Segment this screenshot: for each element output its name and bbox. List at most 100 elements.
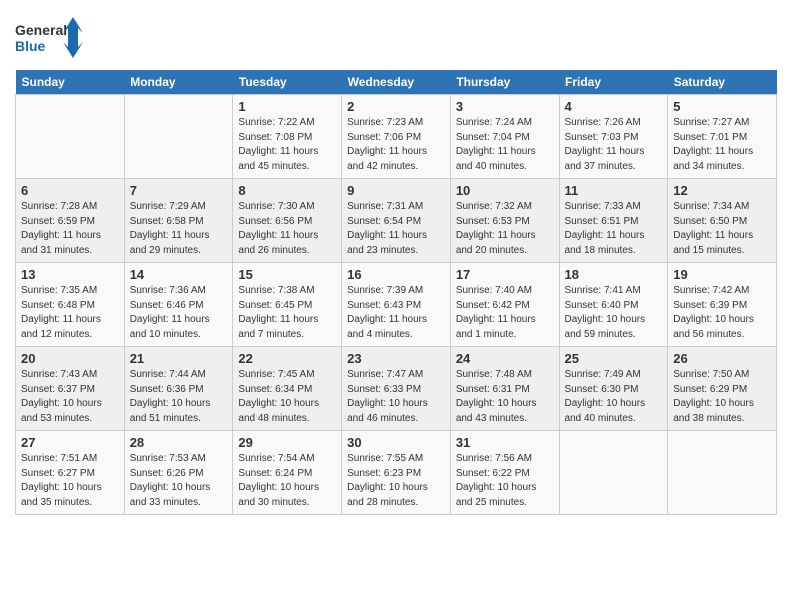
day-info: Sunrise: 7:53 AM Sunset: 6:26 PM Dayligh… bbox=[130, 452, 228, 510]
day-info: Sunrise: 7:33 AM Sunset: 6:51 PM Dayligh… bbox=[565, 200, 663, 258]
day-number: 7 bbox=[130, 183, 228, 198]
logo: General Blue bbox=[15, 15, 85, 60]
calendar-cell: 23 Sunrise: 7:47 AM Sunset: 6:33 PM Dayli… bbox=[342, 347, 451, 431]
calendar-cell: 4 Sunrise: 7:26 AM Sunset: 7:03 PM Daylig… bbox=[559, 95, 668, 179]
calendar-cell: 28 Sunrise: 7:53 AM Sunset: 6:26 PM Dayli… bbox=[124, 431, 233, 515]
calendar-week-3: 20 Sunrise: 7:43 AM Sunset: 6:37 PM Dayli… bbox=[16, 347, 777, 431]
day-info: Sunrise: 7:47 AM Sunset: 6:33 PM Dayligh… bbox=[347, 368, 445, 426]
day-number: 24 bbox=[456, 351, 554, 366]
day-info: Sunrise: 7:51 AM Sunset: 6:27 PM Dayligh… bbox=[21, 452, 119, 510]
weekday-header-friday: Friday bbox=[559, 70, 668, 95]
calendar-cell: 5 Sunrise: 7:27 AM Sunset: 7:01 PM Daylig… bbox=[668, 95, 777, 179]
calendar-cell: 25 Sunrise: 7:49 AM Sunset: 6:30 PM Dayli… bbox=[559, 347, 668, 431]
day-info: Sunrise: 7:48 AM Sunset: 6:31 PM Dayligh… bbox=[456, 368, 554, 426]
day-info: Sunrise: 7:26 AM Sunset: 7:03 PM Dayligh… bbox=[565, 116, 663, 174]
calendar-cell: 16Sunrise: 7:39 AM Sunset: 6:43 PM Dayli… bbox=[342, 263, 451, 347]
calendar-cell: 22 Sunrise: 7:45 AM Sunset: 6:34 PM Dayli… bbox=[233, 347, 342, 431]
day-number: 22 bbox=[238, 351, 336, 366]
day-number: 2 bbox=[347, 99, 445, 114]
calendar-table: SundayMondayTuesdayWednesdayThursdayFrid… bbox=[15, 70, 777, 515]
day-number: 27 bbox=[21, 435, 119, 450]
calendar-cell: 12 Sunrise: 7:34 AM Sunset: 6:50 PM Dayli… bbox=[668, 179, 777, 263]
day-number: 1 bbox=[238, 99, 336, 114]
calendar-week-2: 13Sunrise: 7:35 AM Sunset: 6:48 PM Dayli… bbox=[16, 263, 777, 347]
day-number: 18 bbox=[565, 267, 663, 282]
day-info: Sunrise: 7:28 AM Sunset: 6:59 PM Dayligh… bbox=[21, 200, 119, 258]
calendar-cell: 7 Sunrise: 7:29 AM Sunset: 6:58 PM Daylig… bbox=[124, 179, 233, 263]
svg-text:Blue: Blue bbox=[15, 38, 46, 54]
calendar-cell: 18 Sunrise: 7:41 AM Sunset: 6:40 PM Dayli… bbox=[559, 263, 668, 347]
calendar-week-4: 27 Sunrise: 7:51 AM Sunset: 6:27 PM Dayli… bbox=[16, 431, 777, 515]
calendar-week-0: 1 Sunrise: 7:22 AM Sunset: 7:08 PM Daylig… bbox=[16, 95, 777, 179]
weekday-header-tuesday: Tuesday bbox=[233, 70, 342, 95]
day-info: Sunrise: 7:29 AM Sunset: 6:58 PM Dayligh… bbox=[130, 200, 228, 258]
day-number: 3 bbox=[456, 99, 554, 114]
day-info: Sunrise: 7:54 AM Sunset: 6:24 PM Dayligh… bbox=[238, 452, 336, 510]
calendar-cell: 14Sunrise: 7:36 AM Sunset: 6:46 PM Dayli… bbox=[124, 263, 233, 347]
day-number: 12 bbox=[673, 183, 771, 198]
day-number: 9 bbox=[347, 183, 445, 198]
day-number: 30 bbox=[347, 435, 445, 450]
calendar-cell: 3 Sunrise: 7:24 AM Sunset: 7:04 PM Daylig… bbox=[450, 95, 559, 179]
calendar-cell: 19 Sunrise: 7:42 AM Sunset: 6:39 PM Dayli… bbox=[668, 263, 777, 347]
day-number: 10 bbox=[456, 183, 554, 198]
calendar-cell: 17 Sunrise: 7:40 AM Sunset: 6:42 PM Dayli… bbox=[450, 263, 559, 347]
day-info: Sunrise: 7:34 AM Sunset: 6:50 PM Dayligh… bbox=[673, 200, 771, 258]
day-info: Sunrise: 7:35 AM Sunset: 6:48 PM Dayligh… bbox=[21, 284, 119, 342]
day-number: 31 bbox=[456, 435, 554, 450]
day-info: Sunrise: 7:38 AM Sunset: 6:45 PM Dayligh… bbox=[238, 284, 336, 342]
day-number: 19 bbox=[673, 267, 771, 282]
day-info: Sunrise: 7:40 AM Sunset: 6:42 PM Dayligh… bbox=[456, 284, 554, 342]
day-info: Sunrise: 7:42 AM Sunset: 6:39 PM Dayligh… bbox=[673, 284, 771, 342]
calendar-cell: 27 Sunrise: 7:51 AM Sunset: 6:27 PM Dayli… bbox=[16, 431, 125, 515]
calendar-cell: 21Sunrise: 7:44 AM Sunset: 6:36 PM Dayli… bbox=[124, 347, 233, 431]
day-info: Sunrise: 7:22 AM Sunset: 7:08 PM Dayligh… bbox=[238, 116, 336, 174]
calendar-cell: 31 Sunrise: 7:56 AM Sunset: 6:22 PM Dayli… bbox=[450, 431, 559, 515]
day-number: 11 bbox=[565, 183, 663, 198]
day-info: Sunrise: 7:32 AM Sunset: 6:53 PM Dayligh… bbox=[456, 200, 554, 258]
day-info: Sunrise: 7:45 AM Sunset: 6:34 PM Dayligh… bbox=[238, 368, 336, 426]
day-number: 14 bbox=[130, 267, 228, 282]
calendar-cell bbox=[124, 95, 233, 179]
day-info: Sunrise: 7:27 AM Sunset: 7:01 PM Dayligh… bbox=[673, 116, 771, 174]
day-info: Sunrise: 7:41 AM Sunset: 6:40 PM Dayligh… bbox=[565, 284, 663, 342]
calendar-cell bbox=[16, 95, 125, 179]
calendar-cell: 6 Sunrise: 7:28 AM Sunset: 6:59 PM Daylig… bbox=[16, 179, 125, 263]
day-number: 23 bbox=[347, 351, 445, 366]
calendar-cell: 11 Sunrise: 7:33 AM Sunset: 6:51 PM Dayli… bbox=[559, 179, 668, 263]
day-number: 21 bbox=[130, 351, 228, 366]
day-number: 4 bbox=[565, 99, 663, 114]
weekday-header-row: SundayMondayTuesdayWednesdayThursdayFrid… bbox=[16, 70, 777, 95]
logo-svg: General Blue bbox=[15, 15, 85, 60]
day-info: Sunrise: 7:23 AM Sunset: 7:06 PM Dayligh… bbox=[347, 116, 445, 174]
day-number: 6 bbox=[21, 183, 119, 198]
day-info: Sunrise: 7:24 AM Sunset: 7:04 PM Dayligh… bbox=[456, 116, 554, 174]
calendar-cell: 1 Sunrise: 7:22 AM Sunset: 7:08 PM Daylig… bbox=[233, 95, 342, 179]
calendar-cell: 13Sunrise: 7:35 AM Sunset: 6:48 PM Dayli… bbox=[16, 263, 125, 347]
day-number: 5 bbox=[673, 99, 771, 114]
weekday-header-monday: Monday bbox=[124, 70, 233, 95]
day-info: Sunrise: 7:56 AM Sunset: 6:22 PM Dayligh… bbox=[456, 452, 554, 510]
calendar-cell: 8Sunrise: 7:30 AM Sunset: 6:56 PM Daylig… bbox=[233, 179, 342, 263]
calendar-cell: 10 Sunrise: 7:32 AM Sunset: 6:53 PM Dayli… bbox=[450, 179, 559, 263]
day-number: 20 bbox=[21, 351, 119, 366]
weekday-header-sunday: Sunday bbox=[16, 70, 125, 95]
day-number: 17 bbox=[456, 267, 554, 282]
calendar-cell: 9 Sunrise: 7:31 AM Sunset: 6:54 PM Daylig… bbox=[342, 179, 451, 263]
day-number: 16 bbox=[347, 267, 445, 282]
day-number: 28 bbox=[130, 435, 228, 450]
day-info: Sunrise: 7:50 AM Sunset: 6:29 PM Dayligh… bbox=[673, 368, 771, 426]
day-number: 25 bbox=[565, 351, 663, 366]
day-number: 29 bbox=[238, 435, 336, 450]
day-info: Sunrise: 7:49 AM Sunset: 6:30 PM Dayligh… bbox=[565, 368, 663, 426]
day-info: Sunrise: 7:31 AM Sunset: 6:54 PM Dayligh… bbox=[347, 200, 445, 258]
day-number: 26 bbox=[673, 351, 771, 366]
calendar-cell bbox=[559, 431, 668, 515]
day-info: Sunrise: 7:43 AM Sunset: 6:37 PM Dayligh… bbox=[21, 368, 119, 426]
day-info: Sunrise: 7:55 AM Sunset: 6:23 PM Dayligh… bbox=[347, 452, 445, 510]
weekday-header-saturday: Saturday bbox=[668, 70, 777, 95]
weekday-header-wednesday: Wednesday bbox=[342, 70, 451, 95]
svg-text:General: General bbox=[15, 22, 67, 38]
day-info: Sunrise: 7:30 AM Sunset: 6:56 PM Dayligh… bbox=[238, 200, 336, 258]
calendar-cell: 26 Sunrise: 7:50 AM Sunset: 6:29 PM Dayli… bbox=[668, 347, 777, 431]
